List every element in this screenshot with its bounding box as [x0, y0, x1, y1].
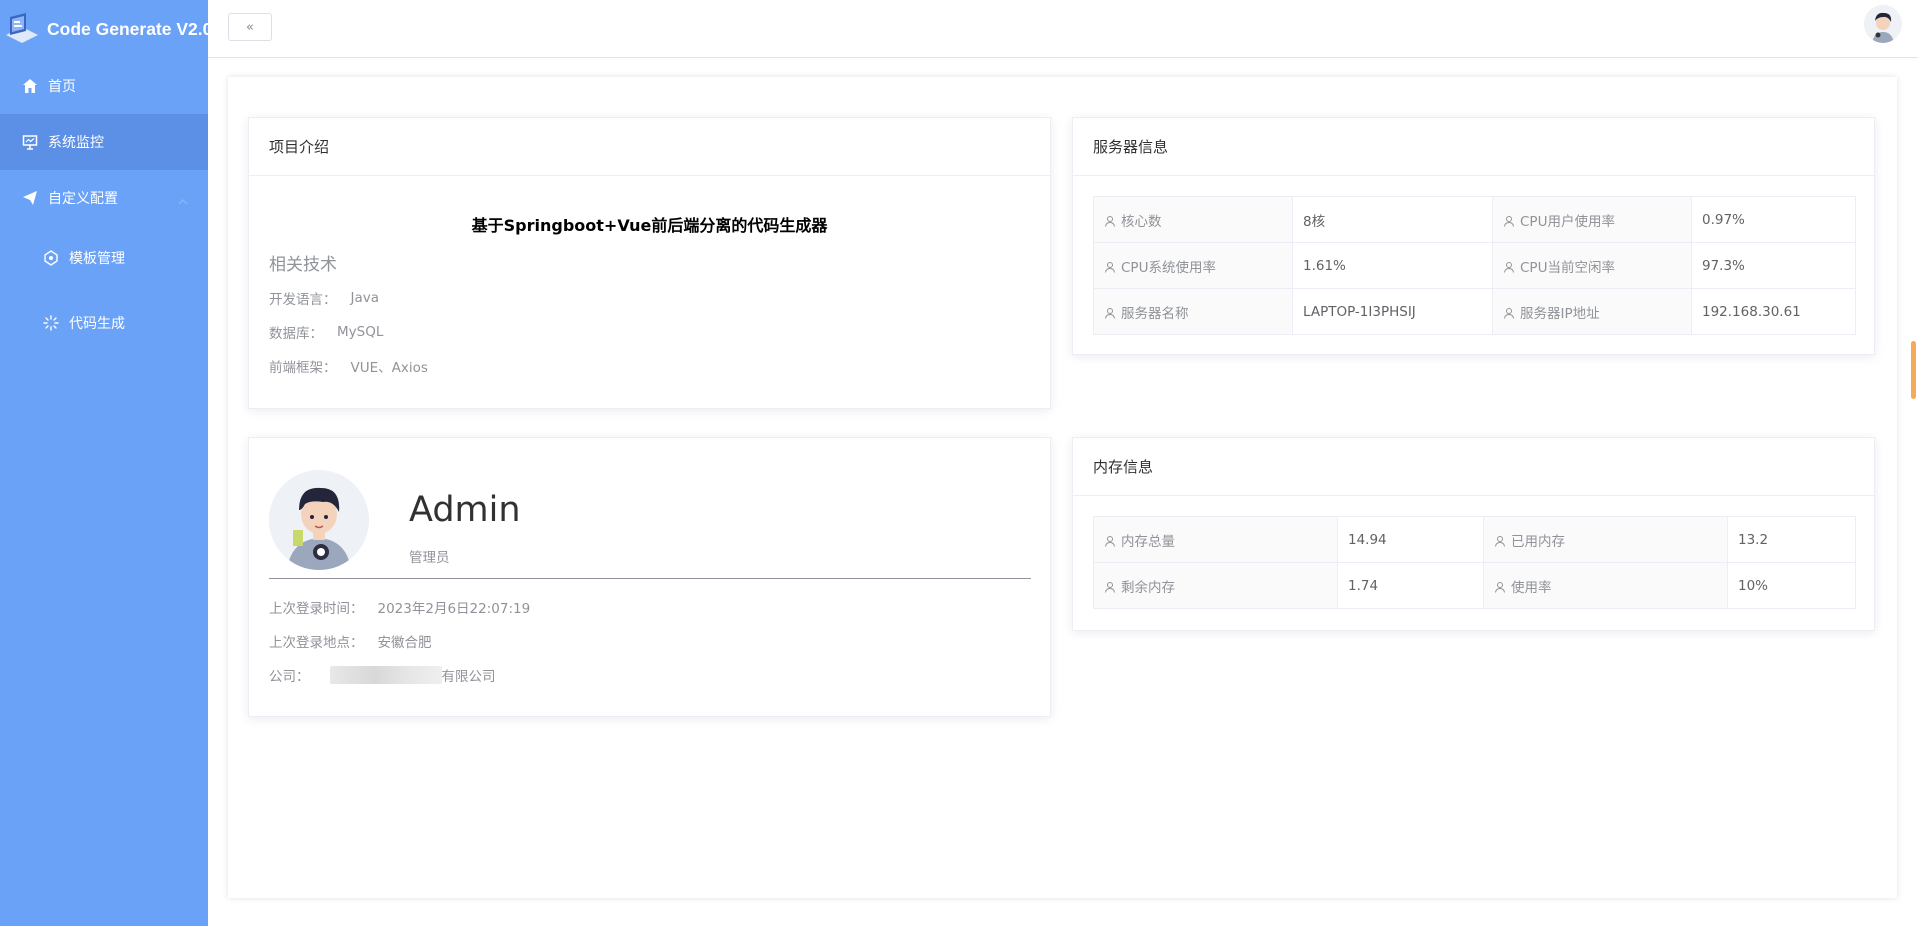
project-headline: 基于Springboot+Vue前后端分离的代码生成器	[471, 216, 828, 235]
cell-label: 使用率	[1483, 562, 1728, 609]
user-card: Admin 管理员 上次登录时间： 2023年2月6日22:07:19 上次登录…	[248, 437, 1051, 717]
cell-value: 8核	[1292, 196, 1493, 243]
home-icon	[22, 78, 38, 94]
template-icon	[43, 250, 59, 266]
tech-value: Java	[350, 290, 380, 306]
table-row: 服务器名称 LAPTOP-1I3PHSIJ 服务器IP地址 192.168.30…	[1093, 288, 1856, 335]
user-icon	[1104, 215, 1116, 227]
redacted-block	[329, 666, 442, 684]
cell-value: 14.94	[1337, 516, 1484, 563]
info-key: 公司：	[269, 669, 310, 685]
user-icon	[1104, 261, 1116, 273]
cell-value: 1.61%	[1292, 242, 1493, 289]
user-icon	[1503, 261, 1515, 273]
user-info-row: 上次登录地点： 安徽合肥	[269, 624, 530, 658]
cell-value: LAPTOP-1I3PHSIJ	[1292, 288, 1493, 335]
main-panel: 项目介绍 基于Springboot+Vue前后端分离的代码生成器 相关技术 开发…	[228, 77, 1897, 898]
cell-value: 1.74	[1337, 562, 1484, 609]
collapse-sidebar-button[interactable]: «	[228, 13, 272, 41]
spinner-icon	[43, 315, 59, 331]
user-role: 管理员	[409, 550, 450, 566]
sidebar-item-template[interactable]: 模板管理	[0, 226, 208, 290]
cell-label: 服务器名称	[1093, 288, 1293, 335]
app-title: Code Generate V2.0	[47, 18, 213, 39]
info-key: 上次登录时间：	[269, 601, 364, 617]
cell-value: 13.2	[1727, 516, 1856, 563]
user-icon	[1104, 307, 1116, 319]
sidebar: Code Generate V2.0 首页 系统监控 自定义配置 模板管理 代码…	[0, 0, 212, 926]
memory-info-table: 内存总量 14.94 已用内存 13.2 剩余内存 1.74 使用率 10%	[1093, 516, 1856, 609]
sidebar-item-label: 系统监控	[48, 135, 104, 151]
project-intro-card: 项目介绍 基于Springboot+Vue前后端分离的代码生成器 相关技术 开发…	[248, 117, 1051, 409]
chevron-up-icon	[178, 194, 188, 205]
send-icon	[22, 190, 38, 206]
card-title: 服务器信息	[1073, 118, 1874, 176]
brand[interactable]: Code Generate V2.0	[0, 0, 212, 58]
sidebar-item-home[interactable]: 首页	[0, 58, 208, 114]
sidebar-item-codegen[interactable]: 代码生成	[0, 290, 208, 356]
user-name: Admin	[409, 490, 521, 530]
user-avatar	[269, 470, 369, 570]
server-info-table: 核心数 8核 CPU用户使用率 0.97% CPU系统使用率 1.61% CPU…	[1093, 196, 1856, 335]
scrollbar-thumb[interactable]	[1911, 341, 1916, 399]
sidebar-item-monitor[interactable]: 系统监控	[0, 114, 208, 170]
top-header: «	[208, 0, 1918, 58]
sidebar-item-label: 代码生成	[69, 316, 125, 332]
sidebar-item-label: 首页	[48, 79, 76, 95]
divider	[269, 578, 1031, 579]
cell-label: CPU用户使用率	[1492, 196, 1692, 243]
memory-info-card: 内存信息 内存总量 14.94 已用内存 13.2 剩余内存 1.74 使用率 …	[1072, 437, 1875, 631]
table-row: 内存总量 14.94 已用内存 13.2	[1093, 516, 1856, 563]
cell-value: 97.3%	[1691, 242, 1856, 289]
user-icon	[1104, 535, 1116, 547]
info-value: 2023年2月6日22:07:19	[377, 601, 531, 617]
tech-key: 开发语言：	[269, 292, 337, 308]
tech-heading: 相关技术	[269, 255, 337, 275]
double-chevron-left-icon: «	[246, 19, 254, 35]
tech-value: MySQL	[337, 324, 384, 340]
table-row: CPU系统使用率 1.61% CPU当前空闲率 97.3%	[1093, 242, 1856, 289]
cell-label: 核心数	[1093, 196, 1293, 243]
tech-row: 前端框架： VUE、Axios	[269, 349, 1050, 383]
user-icon	[1104, 581, 1116, 593]
sidebar-item-custom-config[interactable]: 自定义配置	[0, 170, 208, 226]
user-info-row: 上次登录时间： 2023年2月6日22:07:19	[269, 590, 530, 624]
info-key: 上次登录地点：	[269, 635, 364, 651]
card-title: 项目介绍	[249, 118, 1050, 176]
tech-key: 数据库：	[269, 326, 323, 342]
user-icon	[1503, 215, 1515, 227]
cell-label: CPU系统使用率	[1093, 242, 1293, 289]
monitor-icon	[22, 134, 38, 150]
cell-label: 服务器IP地址	[1492, 288, 1692, 335]
table-row: 剩余内存 1.74 使用率 10%	[1093, 562, 1856, 609]
tech-key: 前端框架：	[269, 360, 337, 376]
cell-value: 192.168.30.61	[1691, 288, 1856, 335]
cell-label: 内存总量	[1093, 516, 1338, 563]
laptop-logo-icon	[2, 9, 42, 49]
user-icon	[1494, 535, 1506, 547]
server-info-card: 服务器信息 核心数 8核 CPU用户使用率 0.97% CPU系统使用率 1.6…	[1072, 117, 1875, 355]
cell-label: 剩余内存	[1093, 562, 1338, 609]
tech-value: VUE、Axios	[350, 360, 428, 376]
sidebar-item-label: 自定义配置	[48, 191, 118, 207]
card-title: 内存信息	[1073, 438, 1874, 496]
table-row: 核心数 8核 CPU用户使用率 0.97%	[1093, 196, 1856, 243]
sidebar-item-label: 模板管理	[69, 251, 125, 267]
info-value: 安徽合肥	[377, 635, 432, 651]
info-value: 有限公司	[441, 669, 496, 685]
cell-label: 已用内存	[1483, 516, 1728, 563]
cell-label: CPU当前空闲率	[1492, 242, 1692, 289]
user-icon	[1503, 307, 1515, 319]
cell-value: 10%	[1727, 562, 1856, 609]
cell-value: 0.97%	[1691, 196, 1856, 243]
tech-row: 开发语言： Java	[269, 281, 1050, 315]
header-avatar[interactable]	[1864, 5, 1902, 43]
user-info-row: 公司： 有限公司	[269, 658, 530, 692]
user-icon	[1494, 581, 1506, 593]
tech-row: 数据库： MySQL	[269, 315, 1050, 349]
